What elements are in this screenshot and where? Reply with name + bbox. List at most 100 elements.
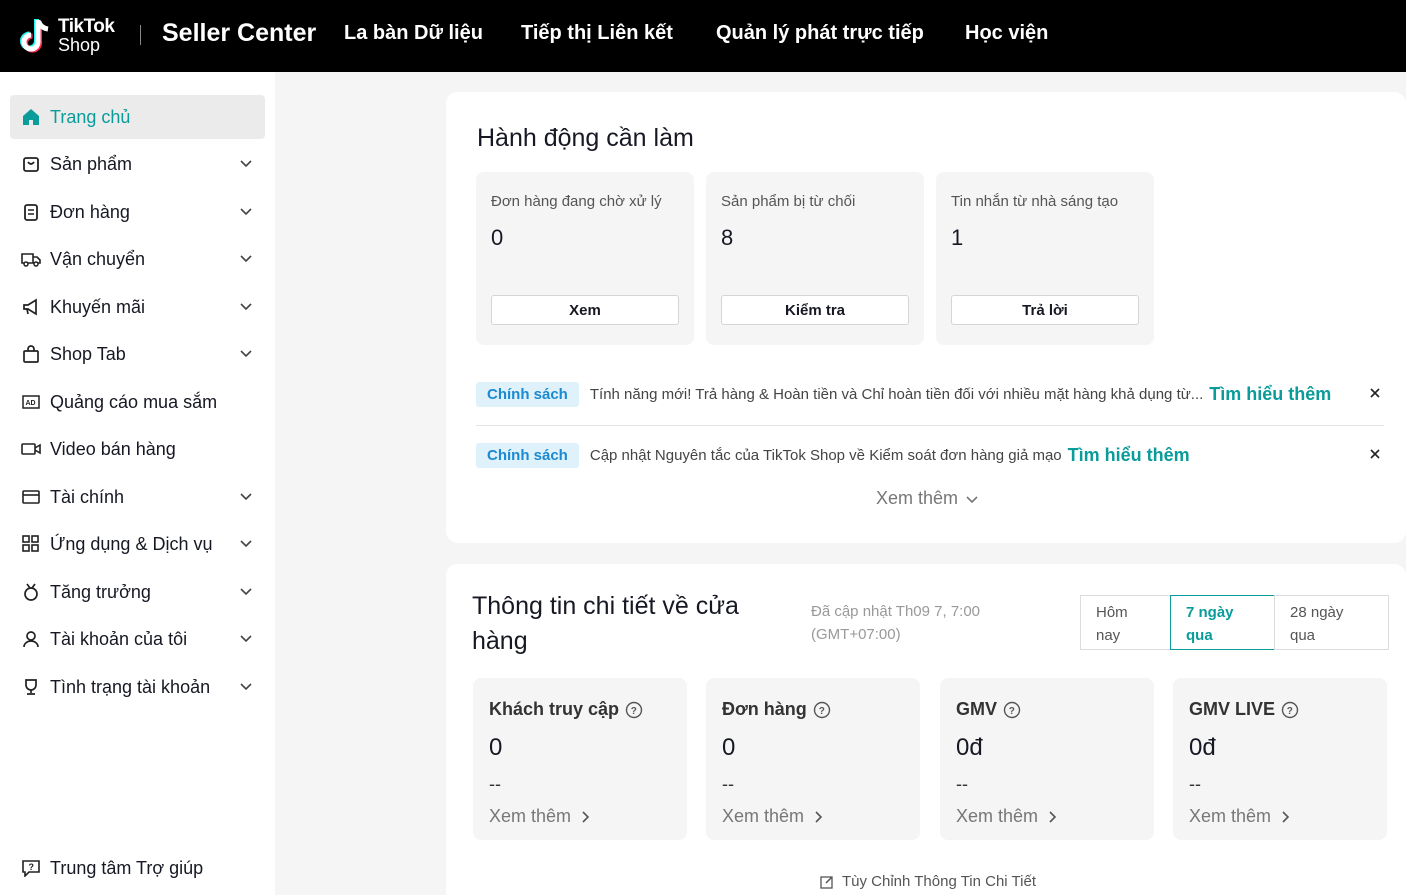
see-more-label: Xem thêm [489,806,572,826]
sidebar-item-shop-tab[interactable]: Shop Tab [10,332,265,376]
see-more-label: Xem thêm [1189,806,1272,826]
metric-change: -- [489,774,501,794]
metric-orders: Đơn hàng ? 0 -- Xem thêm [706,678,920,840]
metric-value: 0đ [1189,734,1216,761]
sidebar-item-growth[interactable]: Tăng trưởng [10,570,265,614]
last-updated-text: Đã cập nhật Th09 7, 7:00 (GMT+07:00) [811,600,980,646]
chevron-right-icon [582,810,590,823]
sidebar-item-label: Đơn hàng [50,201,130,222]
close-icon[interactable] [1368,447,1382,461]
help-chat-icon: ? [20,857,42,879]
question-icon[interactable]: ? [1003,701,1021,719]
sidebar-item-home[interactable]: Trang chủ [10,95,265,139]
close-icon[interactable] [1368,386,1382,400]
tiktok-shop-logo[interactable]: TikTok Shop [18,13,128,59]
logo-text-shop: Shop [58,35,101,55]
learn-more-link[interactable]: Tìm hiểu thêm [1209,384,1331,405]
seller-center-title[interactable]: Seller Center [162,19,316,48]
metric-value: 0đ [956,734,983,761]
nav-academy[interactable]: Học viện [965,22,1048,45]
metric-value: 0 [722,734,736,761]
metric-label: GMV LIVE [1189,699,1276,719]
sidebar-item-label: Tăng trưởng [50,581,151,602]
sidebar-item-sales-video[interactable]: Video bán hàng [10,427,265,471]
todo-value: 0 [491,225,504,250]
notice-text: Cập nhật Nguyên tắc của TikTok Shop về K… [589,446,1062,464]
todo-rejected-products: Sản phẩm bị từ chối 8 Kiểm tra [706,172,924,345]
sidebar-item-promotions[interactable]: Khuyến mãi [10,285,265,329]
sidebar-item-label: Video bán hàng [50,438,176,459]
notice-divider [476,425,1384,426]
range-today[interactable]: Hôm nay [1080,595,1171,650]
check-button[interactable]: Kiểm tra [721,295,909,325]
question-icon[interactable]: ? [1281,701,1299,719]
tiktok-logo-icon [18,16,54,56]
sidebar-item-shipping[interactable]: Vận chuyển [10,237,265,281]
question-icon[interactable]: ? [625,701,643,719]
range-label: qua [1290,627,1316,644]
sidebar-item-orders[interactable]: Đơn hàng [10,190,265,234]
help-center-link[interactable]: ? Trung tâm Trợ giúp [10,846,265,890]
metric-value: 0 [489,734,503,761]
medal-icon [20,581,42,603]
metric-see-more[interactable]: Xem thêm [956,806,1058,827]
chevron-down-icon [240,350,252,358]
sidebar-item-label: Tài chính [50,486,125,507]
metric-label: Đơn hàng [722,699,807,719]
updated-line1: Đã cập nhật Th09 7, 7:00 [811,603,981,620]
sidebar-item-account-health[interactable]: Tình trạng tài khoản [10,665,265,709]
metric-change: -- [956,774,968,794]
sidebar-item-my-account[interactable]: Tài khoản của tôi [10,617,265,661]
insights-title-line2: hàng [472,627,528,655]
todo-value: 1 [951,225,964,250]
apps-icon [20,533,42,555]
metric-see-more[interactable]: Xem thêm [722,806,824,827]
ad-icon: AD [20,391,42,413]
metric-see-more[interactable]: Xem thêm [489,806,591,827]
sidebar-item-label: Tình trạng tài khoản [50,676,211,697]
actions-title: Hành động cần làm [477,124,694,152]
shop-bag-icon [20,343,42,365]
sidebar-item-finance[interactable]: Tài chính [10,475,265,519]
nav-affiliate-marketing[interactable]: Tiếp thị Liên kết [521,22,673,45]
home-icon [20,106,42,128]
range-label: Hôm [1096,604,1128,621]
question-icon[interactable]: ? [813,701,831,719]
logo-divider [140,25,141,45]
metric-visitors: Khách truy cập ? 0 -- Xem thêm [473,678,687,840]
range-7-days[interactable]: 7 ngày qua [1170,595,1275,650]
see-more-button[interactable]: Xem thêm [876,488,979,509]
updated-line2: (GMT+07:00) [811,626,901,643]
notice-text: Tính năng mới! Trả hàng & Hoàn tiền và C… [589,385,1204,403]
metric-label: Khách truy cập [489,699,620,719]
chevron-right-icon [1282,810,1290,823]
learn-more-link[interactable]: Tìm hiểu thêm [1068,445,1190,466]
range-28-days[interactable]: 28 ngày qua [1274,595,1389,650]
sidebar-item-label: Trang chủ [50,106,131,127]
customize-insights-button[interactable]: Tùy Chỉnh Thông Tin Chi Tiết [820,873,1036,890]
metric-see-more[interactable]: Xem thêm [1189,806,1291,827]
reply-button[interactable]: Trả lời [951,295,1139,325]
user-icon [20,628,42,650]
sidebar-item-shopping-ads[interactable]: AD Quảng cáo mua sắm [10,380,265,424]
sidebar-item-apps-services[interactable]: Ứng dụng & Dịch vụ [10,522,265,566]
svg-text:?: ? [1009,706,1015,717]
see-more-label: Xem thêm [876,488,959,508]
edit-icon [820,875,833,889]
sidebar-item-products[interactable]: Sản phẩm [10,142,265,186]
help-center-label: Trung tâm Trợ giúp [50,857,204,878]
trophy-icon [20,676,42,698]
metric-change: -- [1189,774,1201,794]
sidebar-item-label: Ứng dụng & Dịch vụ [50,533,213,554]
svg-text:AD: AD [26,400,36,407]
chevron-right-icon [1049,810,1057,823]
view-button[interactable]: Xem [491,295,679,325]
sidebar-item-label: Shop Tab [50,343,126,364]
sidebar-item-label: Vận chuyển [50,248,146,269]
nav-live-management[interactable]: Quản lý phát trực tiếp [716,22,924,45]
nav-data-compass[interactable]: La bàn Dữ liệu [344,22,483,45]
customize-label: Tùy Chỉnh Thông Tin Chi Tiết [842,873,1036,890]
clipboard-icon [20,201,42,223]
chevron-down-icon [240,540,252,548]
see-more-label: Xem thêm [956,806,1039,826]
